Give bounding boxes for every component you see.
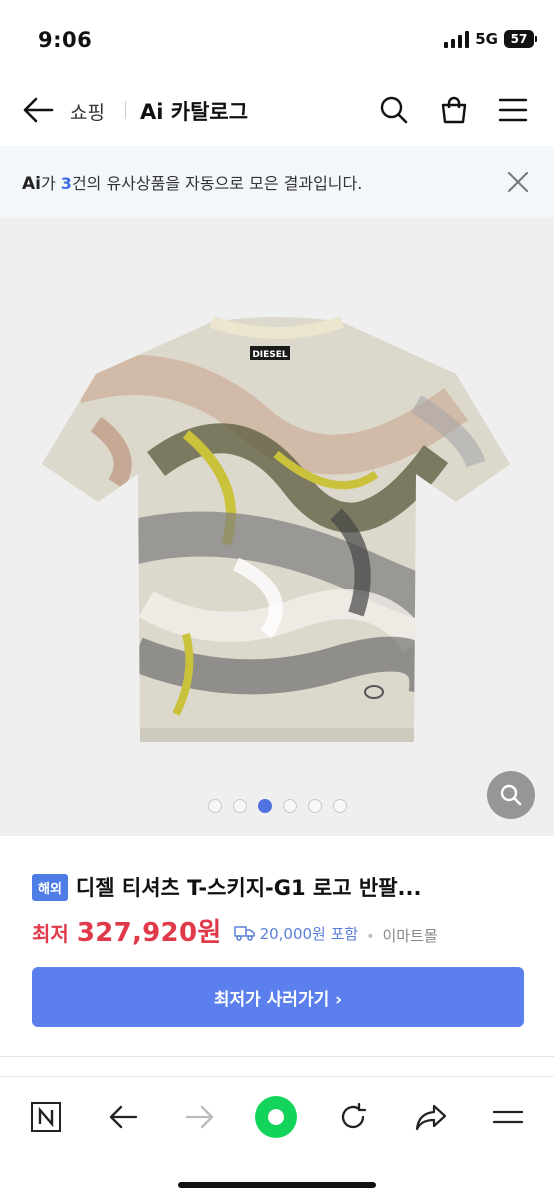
green-dot-button[interactable]: [254, 1095, 298, 1139]
brand-tag: DIESEL: [252, 350, 288, 360]
battery-icon: 57: [504, 30, 537, 48]
banner-prefix: 가: [40, 174, 61, 193]
overseas-badge: 해외: [32, 873, 68, 901]
banner-message: Ai가 3건의 유사상품을 자동으로 모은 결과입니다.: [22, 170, 362, 194]
back-arrow-icon: [109, 1105, 138, 1129]
forward-arrow-icon: [185, 1105, 214, 1129]
price-value: 327,920원: [76, 918, 222, 948]
network-label: 5G: [475, 30, 498, 48]
carousel-dot[interactable]: [232, 799, 247, 813]
separator-dot: •: [366, 929, 375, 945]
ai-info-banner: Ai가 3건의 유사상품을 자동으로 모은 결과입니다.: [0, 146, 554, 218]
browser-back-button[interactable]: [101, 1095, 145, 1139]
product-info: 해외 디젤 티셔츠 T-스키지-G1 로고 반팔... 최저 327,920원 …: [0, 836, 554, 1056]
top-header: 쇼핑 Ai 카탈로그: [0, 80, 554, 144]
share-icon: [415, 1104, 447, 1131]
browser-forward-button[interactable]: [178, 1095, 222, 1139]
price-label: 최저: [32, 922, 69, 946]
refresh-button[interactable]: [331, 1095, 375, 1139]
search-icon: [380, 96, 408, 124]
browser-menu-button[interactable]: [486, 1095, 530, 1139]
status-indicators: 5G 57: [444, 30, 537, 48]
menu-button[interactable]: [495, 92, 531, 128]
shipping-text: 20,000원 포함: [259, 924, 359, 943]
cart-button[interactable]: [436, 92, 472, 128]
close-icon: [508, 172, 528, 192]
banner-close-button[interactable]: [502, 166, 534, 198]
product-image: DIESEL: [42, 316, 510, 742]
divider: [0, 1056, 554, 1057]
naver-home-button[interactable]: [24, 1095, 68, 1139]
carousel-dot-active[interactable]: [257, 799, 272, 813]
breadcrumb-divider: [125, 101, 126, 119]
shipping-info: 20,000원 포함: [233, 923, 359, 944]
share-button[interactable]: [409, 1095, 453, 1139]
signal-icon: [444, 30, 470, 48]
status-bar: 9:06 5G 57: [0, 0, 554, 80]
product-title-row: 해외 디젤 티셔츠 T-스키지-G1 로고 반팔...: [32, 872, 532, 902]
page-title: Ai 카탈로그: [140, 100, 249, 124]
truck-icon: [233, 926, 255, 941]
banner-suffix: 건의 유사상품을 자동으로 모은 결과입니다.: [71, 174, 363, 193]
home-indicator: [178, 1182, 376, 1188]
naver-n-icon: [31, 1102, 61, 1132]
carousel-dot[interactable]: [307, 799, 322, 813]
green-home-icon: [255, 1096, 297, 1138]
shopping-bag-icon: [441, 96, 467, 124]
product-image-gallery[interactable]: DIESEL: [0, 218, 554, 836]
refresh-icon: [341, 1102, 367, 1129]
ai-mark: Ai: [22, 174, 41, 194]
back-arrow-icon: [23, 97, 54, 123]
carousel-dot[interactable]: [332, 799, 347, 813]
menu-icon: [492, 1110, 524, 1124]
similar-count: 3: [60, 174, 72, 193]
breadcrumb-shopping[interactable]: 쇼핑: [70, 98, 105, 125]
buy-lowest-price-button[interactable]: 최저가 사러가기 ›: [32, 967, 524, 1027]
carousel-dot[interactable]: [282, 799, 297, 813]
product-title[interactable]: 디젤 티셔츠 T-스키지-G1 로고 반팔...: [76, 872, 422, 902]
hamburger-menu-icon: [498, 98, 528, 122]
status-time: 9:06: [38, 28, 93, 52]
back-button[interactable]: [20, 92, 56, 128]
price-row: 최저 327,920원 20,000원 포함 • 이마트몰: [32, 912, 438, 949]
mall-name: 이마트몰: [382, 927, 438, 945]
carousel-indicator[interactable]: [0, 799, 554, 813]
search-button[interactable]: [376, 92, 412, 128]
carousel-dot[interactable]: [207, 799, 222, 813]
